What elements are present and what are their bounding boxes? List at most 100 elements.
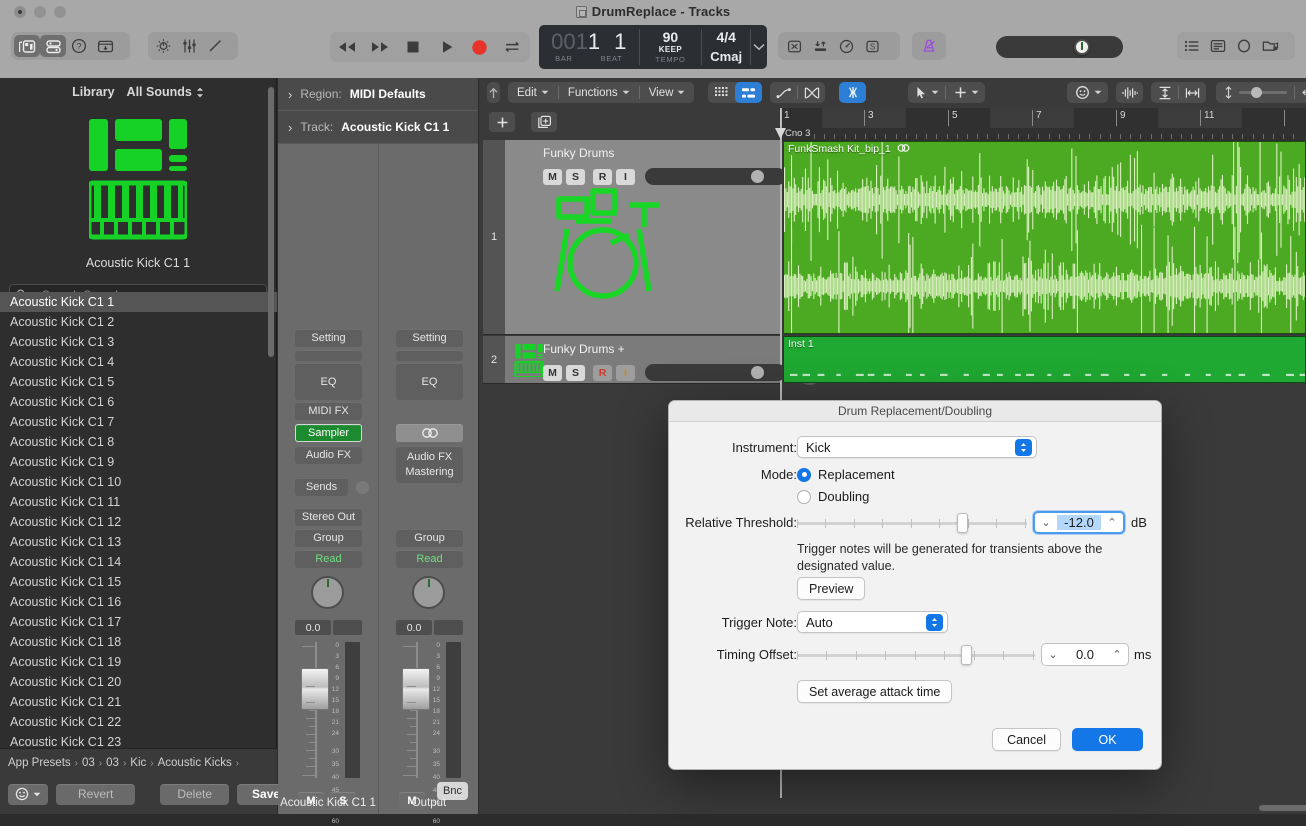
horizontal-zoom-slider[interactable]: [1295, 87, 1306, 98]
low-latency-icon[interactable]: [807, 35, 833, 57]
catch-playhead-button[interactable]: [487, 82, 500, 103]
stepper-down-icon[interactable]: ⌄: [1035, 516, 1057, 529]
midi-fx-slot[interactable]: MIDI FX: [295, 402, 362, 420]
record-button[interactable]: [467, 35, 493, 59]
library-sound-list[interactable]: Acoustic Kick C1 1Acoustic Kick C1 2Acou…: [0, 292, 277, 826]
channel-strip-name[interactable]: Acoustic Kick C1 1: [278, 797, 378, 809]
cycle-button[interactable]: [500, 35, 526, 59]
metronome-group[interactable]: [912, 32, 946, 60]
list-item[interactable]: Acoustic Kick C1 4: [0, 352, 277, 372]
track-name[interactable]: Funky Drums: [543, 146, 614, 160]
duplicate-track-button[interactable]: [531, 112, 557, 132]
metronome-icon[interactable]: [916, 35, 942, 57]
list-item[interactable]: Acoustic Kick C1 8: [0, 432, 277, 452]
audio-region[interactable]: FunkSmash Kit_bip_1: [783, 141, 1306, 334]
grid-icon[interactable]: [708, 82, 735, 103]
list-item[interactable]: Acoustic Kick C1 17: [0, 612, 277, 632]
mode-replacement-radio[interactable]: Replacement: [797, 467, 895, 482]
stepper-up-icon[interactable]: ⌃: [1101, 516, 1123, 529]
waveform-icon[interactable]: [1116, 82, 1143, 103]
view-menu[interactable]: View: [640, 82, 695, 103]
eq-thumbnail[interactable]: [396, 350, 463, 361]
threshold-value[interactable]: -12.0: [1057, 515, 1101, 530]
eq-thumbnail[interactable]: [295, 350, 362, 361]
rewind-button[interactable]: [334, 35, 360, 59]
ok-button[interactable]: OK: [1072, 728, 1143, 751]
list-item[interactable]: Acoustic Kick C1 6: [0, 392, 277, 412]
track-input-monitor-button[interactable]: I: [616, 365, 635, 381]
list-item[interactable]: Acoustic Kick C1 21: [0, 692, 277, 712]
track-input-monitor-button[interactable]: I: [616, 169, 635, 185]
automation-mode[interactable]: Read: [396, 550, 463, 568]
cpu-meter-icon[interactable]: [833, 35, 859, 57]
send-level-knob[interactable]: [356, 481, 369, 494]
fader-handle[interactable]: [402, 668, 430, 710]
stepper-down-icon[interactable]: ⌄: [1042, 648, 1064, 661]
breadcrumb-item[interactable]: Acoustic Kicks: [158, 757, 232, 769]
notes-icon[interactable]: [1205, 35, 1231, 57]
list-item[interactable]: Acoustic Kick C1 22: [0, 712, 277, 732]
list-editors-icon[interactable]: [1179, 35, 1205, 57]
list-item[interactable]: Acoustic Kick C1 12: [0, 512, 277, 532]
track-solo-button[interactable]: S: [566, 169, 585, 185]
play-button[interactable]: [434, 35, 460, 59]
list-item[interactable]: Acoustic Kick C1 19: [0, 652, 277, 672]
waveform-button[interactable]: [1116, 82, 1143, 103]
tracks-menus[interactable]: Edit Functions View: [508, 82, 694, 103]
chevron-right-icon[interactable]: ›: [288, 87, 292, 102]
marker-name[interactable]: Cno 3: [785, 128, 810, 139]
track-action-menu[interactable]: [1067, 82, 1108, 103]
master-volume-slider[interactable]: [996, 36, 1123, 58]
loop-browser-icon[interactable]: [1231, 35, 1257, 57]
group-slot[interactable]: Group: [295, 529, 362, 547]
popup-chevron-icon[interactable]: [1015, 439, 1032, 456]
mode-doubling-radio[interactable]: Doubling: [797, 489, 895, 504]
inspector-icon[interactable]: [40, 35, 66, 57]
list-item[interactable]: Acoustic Kick C1 3: [0, 332, 277, 352]
vertical-zoom-icon[interactable]: [1151, 82, 1178, 103]
transport-controls[interactable]: [330, 32, 530, 62]
timing-offset-slider[interactable]: [797, 647, 1035, 663]
group-slot[interactable]: Group: [396, 529, 463, 547]
track-inspector-header[interactable]: › Track: Acoustic Kick C1 1: [278, 111, 478, 144]
mode-toggle-group[interactable]: S: [778, 32, 900, 60]
instrument-popup[interactable]: Kick: [797, 436, 1037, 458]
library-scrollbar[interactable]: [268, 87, 274, 357]
list-item[interactable]: Acoustic Kick C1 1: [0, 292, 277, 312]
forward-button[interactable]: [367, 35, 393, 59]
track-header-2[interactable]: 2 Funky Drums + M S R I: [483, 336, 780, 384]
list-item[interactable]: Acoustic Kick C1 15: [0, 572, 277, 592]
output-slot[interactable]: Stereo Out: [295, 508, 362, 526]
track-controls[interactable]: M S R I: [543, 164, 822, 189]
list-item[interactable]: Acoustic Kick C1 20: [0, 672, 277, 692]
grid-group[interactable]: [708, 82, 762, 103]
stepper-up-icon[interactable]: ⌃: [1106, 648, 1128, 661]
track-record-button[interactable]: R: [593, 169, 612, 185]
marker-track[interactable]: Cno 3: [780, 128, 1306, 142]
breadcrumb-item[interactable]: Kic: [130, 757, 146, 769]
flex-time-button[interactable]: [839, 82, 866, 103]
editor-toggle-group[interactable]: [148, 32, 238, 60]
timing-offset-value[interactable]: 0.0: [1064, 647, 1106, 662]
vertical-zoom-slider[interactable]: [1216, 86, 1294, 99]
track-controls[interactable]: M S R I: [543, 360, 822, 385]
solo-icon[interactable]: S: [859, 35, 885, 57]
eq-button[interactable]: EQ: [295, 363, 362, 400]
volume-thumb[interactable]: [751, 366, 764, 379]
timing-offset-stepper[interactable]: ⌄ 0.0 ⌃: [1041, 643, 1129, 666]
list-item[interactable]: Acoustic Kick C1 14: [0, 552, 277, 572]
smart-controls-icon[interactable]: [150, 35, 176, 57]
edit-menu[interactable]: Edit: [508, 82, 558, 103]
presets-menu-button[interactable]: [8, 784, 48, 805]
browser-icon[interactable]: [1257, 35, 1283, 57]
instrument-slot[interactable]: Sampler: [295, 424, 362, 442]
volume-thumb[interactable]: [751, 170, 764, 183]
cancel-button[interactable]: Cancel: [992, 728, 1061, 751]
audio-fx-slot[interactable]: Audio FX Mastering: [396, 446, 463, 483]
toolbar-icon[interactable]: [92, 35, 118, 57]
volume-value[interactable]: 0.0: [295, 620, 331, 635]
sends-slot[interactable]: Sends: [295, 478, 348, 496]
midi-region[interactable]: Inst 1: [783, 336, 1306, 383]
revert-button[interactable]: Revert: [56, 784, 135, 805]
track-header-1[interactable]: 1 Funky Drums M S R I: [483, 140, 780, 335]
